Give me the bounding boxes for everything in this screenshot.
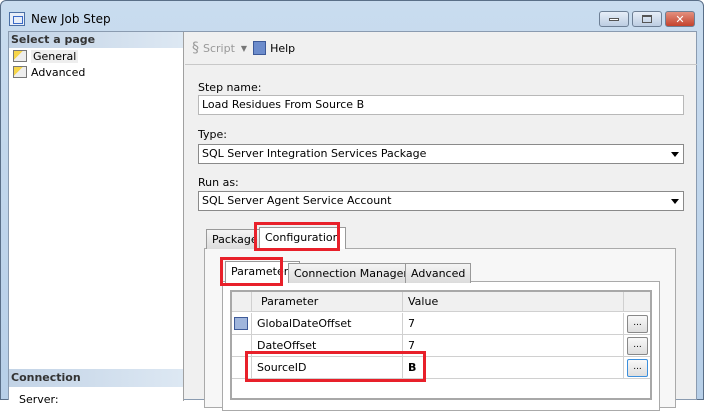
script-button[interactable]: § Script xyxy=(192,40,235,56)
script-dropdown-arrow-icon[interactable]: ▼ xyxy=(241,44,247,53)
toolbar: § Script ▼ Help xyxy=(185,32,697,65)
script-icon: § xyxy=(192,40,199,56)
parameters-grid: Parameter Value GlobalDateOffset 7 ... D… xyxy=(230,290,652,400)
tab-connection-managers[interactable]: Connection Managers xyxy=(288,263,420,283)
header-value: Value xyxy=(404,292,624,311)
select-page-header: Select a page xyxy=(9,32,183,48)
cell-parameter: GlobalDateOffset xyxy=(253,313,403,334)
run-as-select[interactable]: SQL Server Agent Service Account xyxy=(198,191,684,211)
page-selector: Select a page General Advanced Connectio… xyxy=(9,32,184,406)
cell-value[interactable]: B xyxy=(404,357,624,378)
type-label: Type: xyxy=(198,128,227,141)
chevron-down-icon xyxy=(671,152,679,157)
grid-header: Parameter Value xyxy=(232,292,650,312)
run-as-label: Run as: xyxy=(198,176,239,189)
parameter-icon xyxy=(232,313,252,334)
page-icon xyxy=(13,50,27,62)
minimize-button[interactable] xyxy=(599,11,629,27)
cell-value[interactable]: 7 xyxy=(404,313,624,334)
close-button[interactable]: ✕ xyxy=(665,11,695,27)
type-select[interactable]: SQL Server Integration Services Package xyxy=(198,144,684,164)
header-parameter: Parameter xyxy=(253,292,403,311)
page-advanced[interactable]: Advanced xyxy=(9,64,183,80)
page-general[interactable]: General xyxy=(9,48,183,64)
ellipsis-button[interactable]: ... xyxy=(627,337,648,355)
help-button[interactable]: Help xyxy=(253,41,295,55)
highlight-parameters xyxy=(220,257,283,286)
header-blank xyxy=(232,292,252,311)
highlight-sourceid-row xyxy=(245,351,426,382)
window-title: New Job Step xyxy=(31,12,111,26)
tab-advanced[interactable]: Advanced xyxy=(405,263,472,283)
title-bar: New Job Step xyxy=(9,7,111,31)
connection-header: Connection xyxy=(9,369,183,387)
help-icon xyxy=(253,41,267,55)
ellipsis-button[interactable]: ... xyxy=(627,315,648,333)
step-name-label: Step name: xyxy=(198,81,262,94)
highlight-configuration xyxy=(254,222,340,251)
table-row[interactable]: GlobalDateOffset 7 ... xyxy=(232,313,650,335)
cell-value[interactable]: 7 xyxy=(404,335,624,356)
step-name-input[interactable]: Load Residues From Source B xyxy=(198,95,684,115)
chevron-down-icon xyxy=(671,199,679,204)
maximize-button[interactable] xyxy=(632,11,662,27)
app-icon xyxy=(9,12,25,26)
page-icon xyxy=(13,66,27,78)
ellipsis-button[interactable]: ... xyxy=(627,359,648,377)
